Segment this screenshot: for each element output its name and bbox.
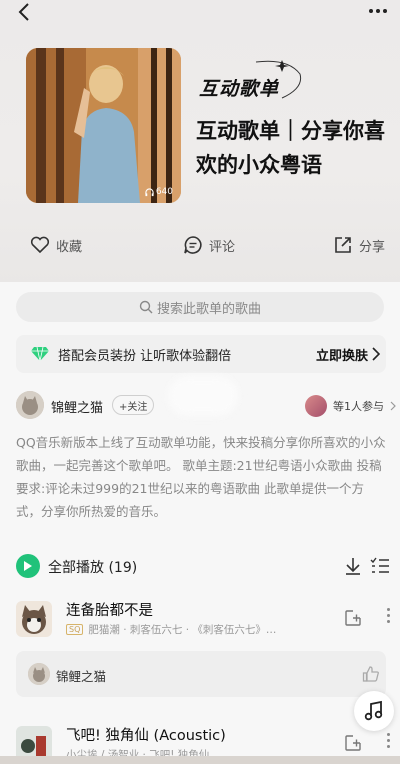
chevron-left-icon bbox=[18, 3, 29, 21]
participants-link[interactable]: 等1人参与 bbox=[305, 395, 396, 417]
headphone-icon bbox=[145, 187, 154, 196]
play-all-button[interactable] bbox=[16, 554, 40, 578]
vip-banner-text: 搭配会员装扮 让听歌体验翻倍 bbox=[58, 349, 232, 364]
song-cover bbox=[16, 601, 52, 637]
action-bar: 收藏 评论 分享 bbox=[0, 232, 400, 258]
cat-avatar-icon bbox=[16, 391, 44, 419]
creator-row: 锦鲤之猫 +关注 等1人参与 bbox=[16, 391, 400, 419]
cat-cover-icon bbox=[16, 601, 52, 637]
share-button[interactable]: 分享 bbox=[333, 232, 385, 258]
creator-name[interactable]: 锦鲤之猫 bbox=[51, 397, 103, 416]
download-icon[interactable] bbox=[344, 556, 362, 576]
interactive-playlist-logo: 互动歌单 bbox=[196, 58, 306, 104]
top-bar bbox=[0, 0, 400, 26]
play-count: 640 bbox=[145, 187, 173, 197]
playlist-cover[interactable]: 640 bbox=[26, 48, 181, 203]
share-icon bbox=[335, 237, 351, 253]
cat-avatar-icon bbox=[28, 663, 50, 685]
chevron-right-icon bbox=[390, 401, 396, 411]
diamond-icon bbox=[31, 346, 49, 362]
play-count-value: 640 bbox=[155, 187, 173, 197]
mini-player-edge bbox=[0, 756, 400, 764]
vip-skin-banner[interactable]: 搭配会员装扮 让听歌体验翻倍 立即换肤 bbox=[16, 335, 386, 373]
more-dot-icon bbox=[387, 745, 390, 748]
more-dot-icon bbox=[387, 733, 390, 736]
page-title: 互动歌单｜分享你喜欢的小众粤语 bbox=[196, 119, 385, 177]
song-count: (19) bbox=[108, 560, 138, 576]
search-icon bbox=[139, 300, 153, 314]
add-to-playlist-icon[interactable] bbox=[344, 609, 362, 627]
more-dot-icon bbox=[387, 608, 390, 611]
play-all-row: 全部播放 (19) bbox=[16, 553, 396, 579]
more-dot-icon bbox=[376, 9, 380, 13]
music-note-icon bbox=[364, 700, 383, 721]
playlist-description: QQ音乐新版本上线了互动歌单功能，快来投稿分享你所喜欢的小众歌曲，一起完善这个歌… bbox=[16, 435, 386, 519]
contributor-name: 锦鲤之猫 bbox=[56, 669, 107, 684]
more-dot-icon bbox=[383, 9, 387, 13]
vip-cta-label: 立即换肤 bbox=[315, 349, 368, 364]
follow-button[interactable]: +关注 bbox=[112, 395, 155, 415]
brand-text: 互动歌单 bbox=[199, 78, 280, 100]
song-more-button[interactable] bbox=[387, 608, 390, 623]
more-dot-icon bbox=[369, 9, 373, 13]
cover-image bbox=[26, 48, 181, 203]
play-all-label[interactable]: 全部播放 (19) bbox=[48, 557, 137, 577]
song-artist-album: 肥猫潮 · 刺客伍六七 · 《刺客伍六七》… bbox=[88, 624, 277, 636]
song-meta: SQ 肥猫潮 · 刺客伍六七 · 《刺客伍六七》… bbox=[66, 622, 336, 637]
search-placeholder: 搜索此歌单的歌曲 bbox=[156, 301, 261, 317]
multi-select-icon[interactable] bbox=[370, 557, 390, 575]
chevron-right-icon bbox=[372, 347, 380, 361]
comment-icon bbox=[184, 236, 202, 254]
song-title: 连备胎都不是 bbox=[66, 603, 153, 619]
more-dot-icon bbox=[387, 739, 390, 742]
comment-label: 评论 bbox=[209, 239, 236, 255]
favorite-label: 收藏 bbox=[56, 239, 83, 255]
heart-icon bbox=[30, 236, 50, 254]
more-dot-icon bbox=[387, 614, 390, 617]
now-playing-button[interactable] bbox=[354, 691, 394, 731]
more-dot-icon bbox=[387, 620, 390, 623]
add-to-playlist-icon[interactable] bbox=[344, 734, 362, 752]
favorite-button[interactable]: 收藏 bbox=[30, 232, 82, 258]
back-button[interactable] bbox=[14, 2, 34, 22]
contributor-card[interactable]: 锦鲤之猫 bbox=[16, 651, 386, 697]
list-item[interactable]: 连备胎都不是 SQ 肥猫潮 · 刺客伍六七 · 《刺客伍六七》… bbox=[16, 597, 400, 643]
participant-avatar bbox=[305, 395, 327, 417]
avatar[interactable] bbox=[16, 391, 44, 419]
participants-label: 等1人参与 bbox=[333, 400, 384, 413]
play-icon bbox=[24, 561, 32, 571]
share-label: 分享 bbox=[359, 239, 386, 255]
comment-button[interactable]: 评论 bbox=[183, 232, 235, 258]
play-all-text: 全部播放 bbox=[48, 560, 104, 576]
song-more-button[interactable] bbox=[387, 733, 390, 748]
search-input[interactable]: 搜索此歌单的歌曲 bbox=[16, 292, 384, 322]
thumbs-up-icon[interactable] bbox=[362, 665, 380, 683]
avatar bbox=[28, 663, 50, 685]
more-button[interactable] bbox=[366, 2, 390, 20]
song-title: 飞吧! 独角仙 (Acoustic) bbox=[66, 728, 226, 744]
sq-quality-badge: SQ bbox=[66, 624, 84, 635]
